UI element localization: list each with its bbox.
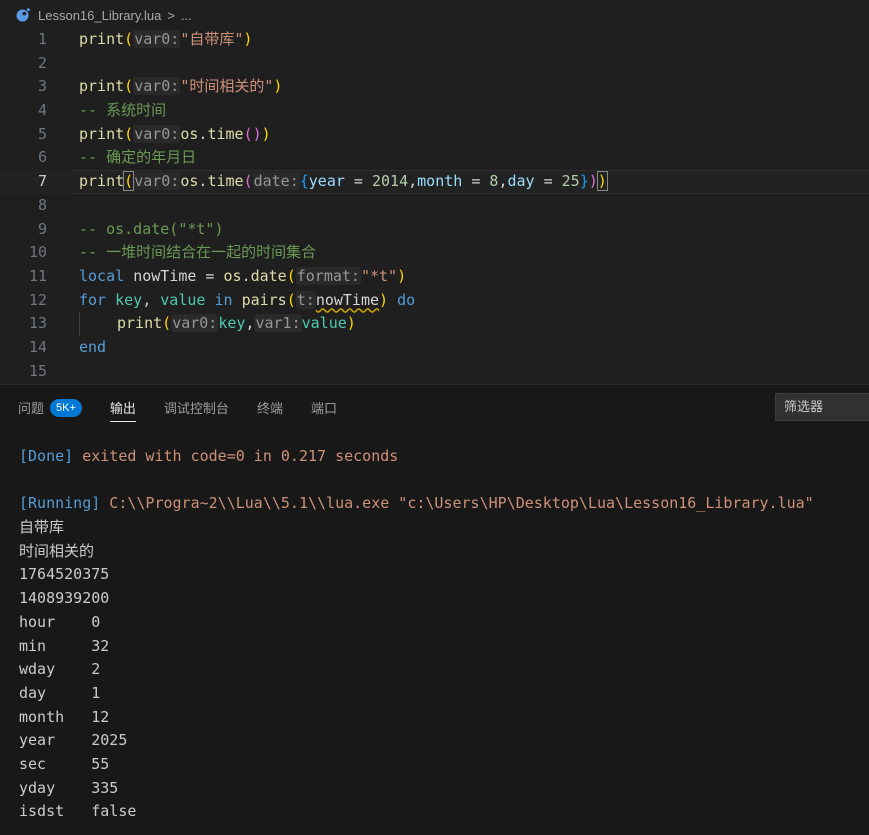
- code-line: 8: [0, 194, 869, 218]
- code-line: 9 -- os.date("*t"): [0, 218, 869, 242]
- line-number: 9: [37, 219, 47, 238]
- code-line: 14 end: [0, 336, 869, 360]
- output-log: [Done] exited with code=0 in 0.217 secon…: [19, 445, 869, 824]
- code-line: 13 print(var0:key,var1:value): [0, 312, 869, 336]
- code-line: 2: [0, 52, 869, 76]
- code-line: 1 print(var0:"自带库"): [0, 28, 869, 52]
- line-number: 6: [37, 148, 47, 167]
- code-line: 12 for key, value in pairs(t:nowTime) do: [0, 289, 869, 313]
- line-number: 2: [37, 53, 47, 72]
- code-editor[interactable]: Lesson16_Library.lua > ... 1 print(var0:"…: [0, 0, 869, 384]
- breadcrumb: Lesson16_Library.lua > ...: [0, 0, 869, 30]
- output-done-line: [Done] exited with code=0 in 0.217 secon…: [19, 447, 399, 465]
- output-filter-input[interactable]: 筛选器: [775, 393, 869, 421]
- bottom-panel: 问题 5K+ 输出 调试控制台 终端 端口 筛选器 [Done] exited w…: [0, 384, 869, 835]
- panel-tabs: 问题 5K+ 输出 调试控制台 终端 端口: [0, 385, 869, 430]
- line-number: 5: [37, 124, 47, 143]
- indent-guide: [79, 312, 80, 336]
- code-line: 3 print(var0:"时间相关的"): [0, 75, 869, 99]
- line-number: 4: [37, 101, 47, 120]
- line-number: 10: [28, 243, 47, 262]
- code-line: 11 local nowTime = os.date(format:"*t"): [0, 265, 869, 289]
- code-line: 5 print(var0:os.time()): [0, 123, 869, 147]
- breadcrumb-file[interactable]: Lesson16_Library.lua: [38, 8, 161, 23]
- output-line: 自带库: [19, 518, 65, 537]
- code-line: 15: [0, 360, 869, 384]
- output-line: 1408939200: [19, 589, 110, 608]
- output-line: 时间相关的: [19, 541, 95, 560]
- code-line-current: 7 print(var0:os.time(date:{year = 2014,mo…: [0, 170, 869, 194]
- tab-ports[interactable]: 端口: [311, 385, 337, 430]
- output-line: month 12: [19, 707, 110, 726]
- line-number: 14: [28, 337, 47, 356]
- output-line: isdst false: [19, 802, 137, 821]
- output-line: 1764520375: [19, 565, 110, 584]
- line-number: 3: [37, 77, 47, 96]
- problems-count-badge: 5K+: [50, 398, 82, 417]
- line-number: 13: [28, 314, 47, 333]
- code-lines[interactable]: 1 print(var0:"自带库") 2 3 print(var0:"时间相关的"…: [0, 28, 869, 383]
- line-number: 11: [28, 266, 47, 285]
- tab-problems[interactable]: 问题 5K+: [18, 385, 82, 430]
- code-line: 4 -- 系统时间: [0, 99, 869, 123]
- output-line: yday 335: [19, 778, 119, 797]
- breadcrumb-more[interactable]: ...: [181, 8, 192, 23]
- code-line: 6 -- 确定的年月日: [0, 146, 869, 170]
- line-number: 1: [37, 30, 47, 48]
- output-line: min 32: [19, 636, 110, 655]
- breadcrumb-separator: >: [167, 7, 175, 23]
- output-line: hour 0: [19, 612, 101, 631]
- output-line: wday 2: [19, 660, 101, 679]
- line-number: 15: [28, 361, 47, 380]
- line-number: 12: [28, 290, 47, 309]
- line-number: 7: [37, 172, 47, 191]
- line-number: 8: [37, 195, 47, 214]
- tab-output[interactable]: 输出: [109, 385, 136, 430]
- output-line: sec 55: [19, 754, 110, 773]
- output-running-line: [Running] C:\\Progra~2\\Lua\\5.1\\lua.ex…: [19, 494, 814, 513]
- tab-terminal[interactable]: 终端: [257, 385, 283, 430]
- tab-debug-console[interactable]: 调试控制台: [164, 385, 229, 430]
- output-line: day 1: [19, 683, 101, 702]
- code-line: 10 -- 一堆时间结合在一起的时间集合: [0, 241, 869, 265]
- lua-file-icon: [16, 8, 30, 22]
- output-line: year 2025: [19, 731, 128, 750]
